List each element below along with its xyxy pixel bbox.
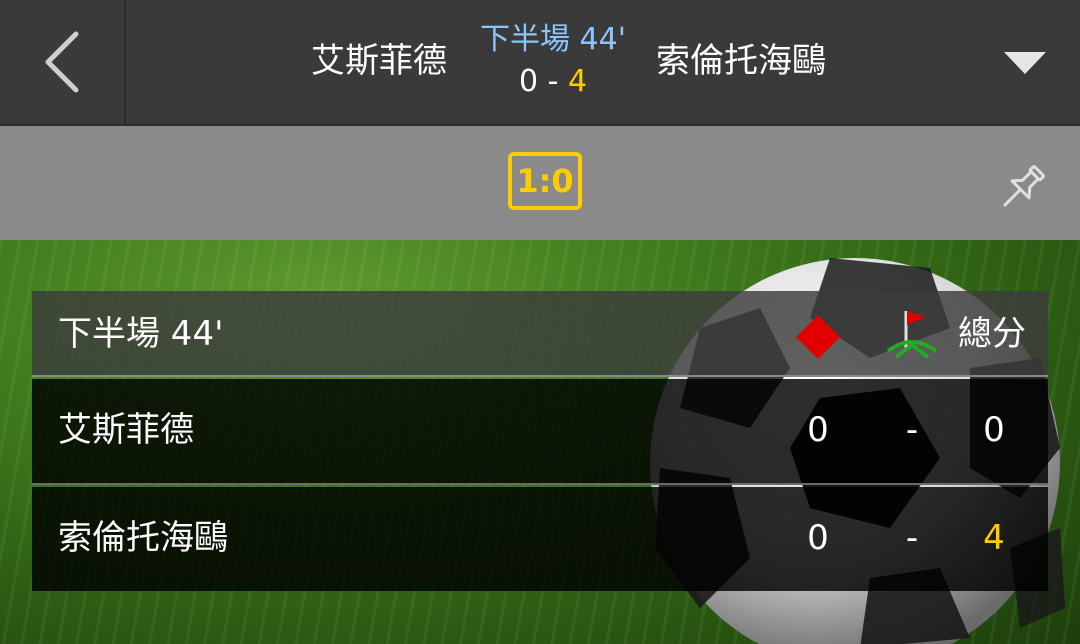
corner-flag-icon bbox=[886, 311, 938, 359]
stats-header-row: 下半場 44' 總分 bbox=[32, 291, 1048, 377]
away-team-name: 索倫托海鷗 bbox=[656, 41, 826, 81]
score-badge[interactable]: 1:0 bbox=[508, 152, 582, 210]
total-score-header: 總分 bbox=[958, 314, 1026, 354]
away-score: 4 bbox=[567, 64, 588, 99]
home-team-name: 艾斯菲德 bbox=[311, 41, 447, 81]
team-name: 索倫托海鷗 bbox=[58, 518, 228, 558]
red-card-count: 0 bbox=[807, 518, 829, 558]
stat-dash: - bbox=[905, 518, 919, 558]
match-period: 下半場 44' bbox=[480, 22, 626, 57]
pin-button[interactable] bbox=[994, 160, 1050, 216]
stats-period-label: 下半場 44' bbox=[58, 314, 224, 354]
home-score: 0 bbox=[518, 64, 539, 99]
pin-icon bbox=[1003, 164, 1046, 207]
triangle-down-icon bbox=[1004, 52, 1046, 74]
table-row: 索倫托海鷗 0 - 4 bbox=[32, 487, 1048, 591]
back-button[interactable] bbox=[0, 0, 126, 124]
stat-dash: - bbox=[905, 410, 919, 450]
total-score: 0 bbox=[983, 410, 1005, 450]
score-separator: - bbox=[538, 64, 568, 99]
table-row: 艾斯菲德 0 - 0 bbox=[32, 379, 1048, 485]
red-card-count: 0 bbox=[807, 410, 829, 450]
match-score: 0 - 4 bbox=[470, 62, 636, 102]
red-card-icon bbox=[796, 315, 840, 359]
match-header: 艾斯菲德 下半場 44' 0 - 4 索倫托海鷗 bbox=[0, 0, 1080, 126]
team-name: 艾斯菲德 bbox=[58, 410, 194, 450]
total-score: 4 bbox=[983, 518, 1005, 558]
dropdown-button[interactable] bbox=[1000, 46, 1050, 80]
stats-panel: 下半場 44' 總分 艾斯菲德 0 - 0 索倫托海鷗 0 - 4 bbox=[32, 291, 1048, 591]
sub-bar: 1:0 bbox=[0, 126, 1080, 240]
chevron-left-icon bbox=[45, 31, 79, 93]
match-status: 下半場 44' 0 - 4 bbox=[470, 20, 636, 102]
